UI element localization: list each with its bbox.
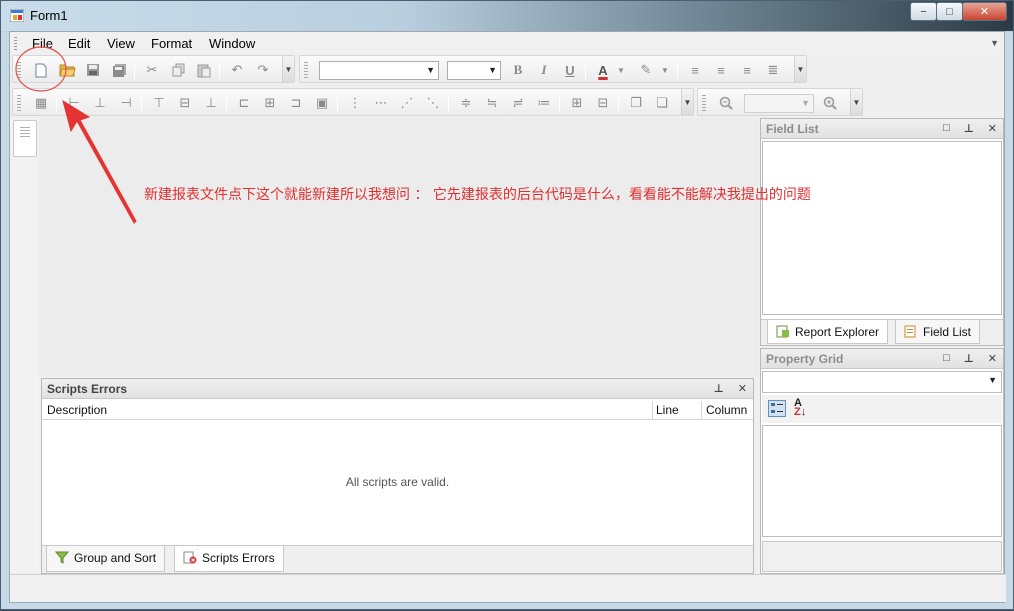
annotation-text: 新建报表文件点下这个就能新建所以我想问 ： 它先建报表的后台代码是什么，看看能不… bbox=[144, 187, 811, 203]
annotation-overlay bbox=[15, 46, 137, 224]
annotation-circle bbox=[15, 46, 67, 92]
annotation-arrow bbox=[62, 99, 137, 224]
app-window: Form1 − □ ✕ File Edit View Format Window… bbox=[0, 0, 1014, 610]
